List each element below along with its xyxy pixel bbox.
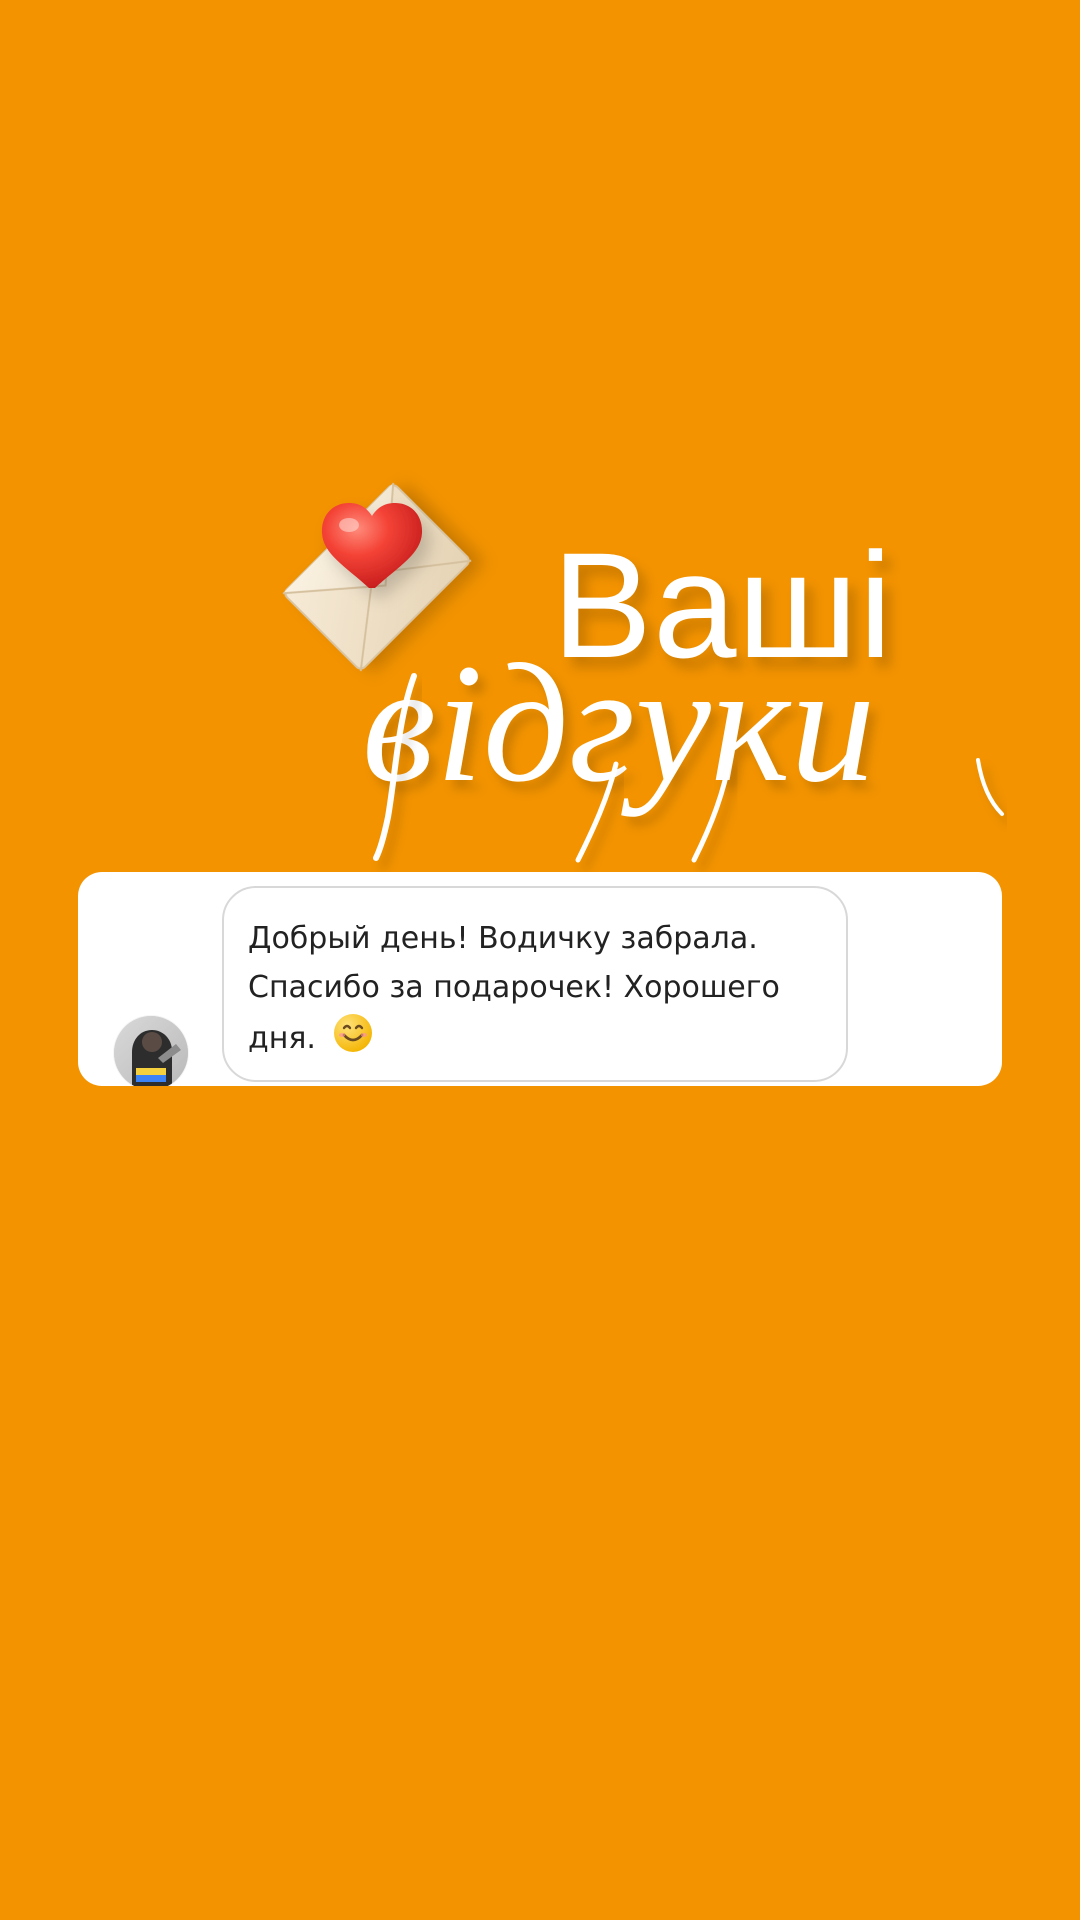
svg-text:відгуки: відгуки <box>362 629 875 817</box>
message-bubble: Добрый день! Водичку забрала. Спасибо за… <box>222 886 848 1082</box>
message-text: Добрый день! Водичку забрала. Спасибо за… <box>248 914 822 1063</box>
review-card: Добрый день! Водичку забрала. Спасибо за… <box>78 872 1002 1086</box>
reviews-logo: Ваші відгуки <box>252 452 1012 872</box>
avatar <box>114 1016 188 1086</box>
title-script: відгуки <box>362 629 1004 863</box>
smile-icon <box>332 1012 374 1054</box>
avatar-photo <box>114 1016 188 1086</box>
message-body: Добрый день! Водичку забрала. Спасибо за… <box>248 921 780 1056</box>
story-canvas: Ваші відгуки Добрый день! Водичку забрал… <box>0 0 1080 1920</box>
